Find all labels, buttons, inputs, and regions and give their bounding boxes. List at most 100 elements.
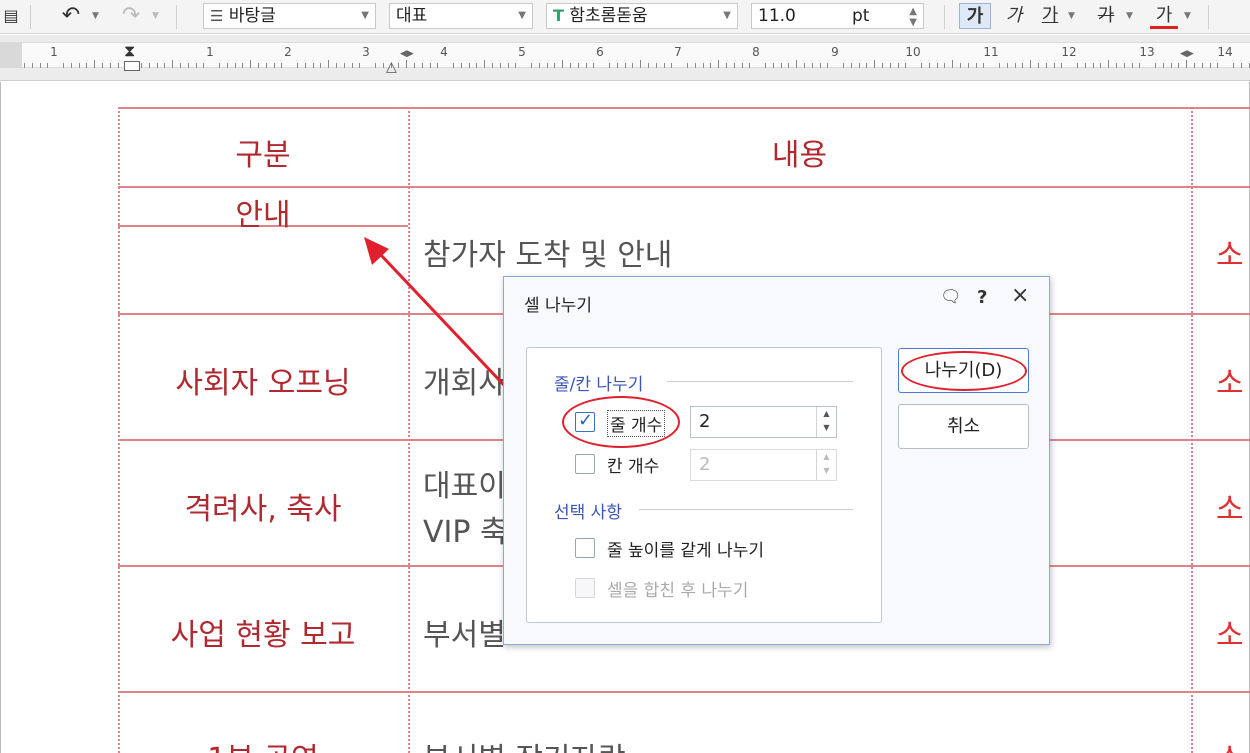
- ruler-tick: [593, 63, 594, 68]
- ruler-tick: [1007, 63, 1008, 68]
- group-label-options: 선택 사항: [554, 503, 622, 523]
- ruler-tick: [235, 63, 236, 68]
- horizontal-ruler[interactable]: 1 1 2 3 4 5 6 7 8 9 10 11 12 13 14 ⧗ △ ◀▶ ◀▶: [0, 35, 1250, 81]
- ruler-tick: [359, 63, 360, 68]
- ruler-tick: [1233, 63, 1234, 68]
- font-size-spinner[interactable]: ▲ ▼: [909, 6, 917, 28]
- ruler-tick: [242, 63, 243, 68]
- header-cell-category[interactable]: 구분: [118, 130, 408, 174]
- ruler-tick: [609, 63, 610, 68]
- language-font-value: 대표: [396, 6, 428, 26]
- ruler-tick: [718, 60, 719, 68]
- help-icon[interactable]: ?: [977, 287, 987, 308]
- equal-height-label[interactable]: 줄 높이를 같게 나누기: [607, 536, 764, 561]
- font-color-button[interactable]: 가: [1150, 3, 1178, 29]
- group-divider: [667, 381, 853, 382]
- right-indent-marker-icon[interactable]: △: [386, 59, 397, 75]
- chevron-down-icon: ▼: [361, 10, 369, 21]
- redo-icon[interactable]: ↷: [116, 3, 146, 29]
- ruler-tick: [765, 63, 766, 68]
- merge-then-split-label[interactable]: 셀을 합친 후 나누기: [607, 576, 748, 601]
- table-cell-content[interactable]: 부서별 장기자랑: [423, 734, 626, 753]
- table-cell-extra[interactable]: 소: [1216, 358, 1244, 402]
- header-cell-content[interactable]: 내용: [408, 130, 1191, 174]
- ruler-tick: [71, 63, 72, 68]
- row-count-spinner[interactable]: ▲ ▼: [816, 407, 836, 437]
- font-color-dropdown-icon[interactable]: ▼: [1184, 3, 1191, 29]
- close-icon[interactable]: ×: [1011, 283, 1029, 308]
- column-count-label[interactable]: 칸 개수: [607, 452, 659, 477]
- cancel-button[interactable]: 취소: [898, 404, 1029, 449]
- column-count-input[interactable]: 2 ▲ ▼: [690, 449, 837, 481]
- table-cell-extra[interactable]: 소: [1216, 734, 1244, 753]
- strikethrough-button[interactable]: 가: [1092, 3, 1120, 29]
- ruler-number: 4: [440, 45, 448, 59]
- comment-icon[interactable]: 🗨: [940, 287, 962, 307]
- undo-dropdown-icon[interactable]: ▼: [92, 3, 99, 29]
- merge-then-split-checkbox[interactable]: [575, 578, 595, 598]
- ruler-tick: [344, 63, 345, 68]
- ruler-tick: [492, 63, 493, 68]
- document-icon[interactable]: ▤: [0, 3, 22, 29]
- table-cell-content[interactable]: 부서별: [423, 610, 506, 654]
- table-cell-content-line1[interactable]: 대표이: [423, 461, 506, 505]
- bold-button[interactable]: 가: [959, 3, 991, 29]
- ruler-tick: [625, 63, 626, 68]
- ruler-tick: [94, 60, 95, 68]
- font-select[interactable]: T 함초롬돋움 ▼: [546, 3, 738, 29]
- table-cell-extra[interactable]: 소: [1216, 484, 1244, 528]
- table-cell-extra[interactable]: 소: [1216, 610, 1244, 654]
- table-cell-category[interactable]: 안내: [118, 190, 408, 234]
- ruler-tick: [219, 63, 220, 68]
- ruler-tick: [671, 63, 672, 68]
- table-cell-category[interactable]: 격려사, 축사: [118, 484, 408, 528]
- table-cell-category[interactable]: 1부 공연: [118, 734, 408, 753]
- ruler-tick: [983, 63, 984, 68]
- left-margin-marker-icon[interactable]: [124, 61, 140, 71]
- font-size-value: 11.0: [758, 6, 796, 26]
- font-size-field[interactable]: 11.0 pt ▲ ▼: [751, 3, 924, 29]
- ruler-tick: [336, 63, 337, 68]
- column-boundary-icon[interactable]: ◀▶: [400, 49, 414, 59]
- table-cell-category[interactable]: 사회자 오프닝: [118, 358, 408, 402]
- table-cell-content[interactable]: 참가자 도착 및 안내: [423, 230, 672, 274]
- ruler-tick: [1194, 63, 1195, 68]
- ruler-tick: [164, 63, 165, 68]
- style-select[interactable]: ☰ 바탕글 ▼: [203, 3, 376, 29]
- toolbar-divider: [1208, 5, 1209, 29]
- ruler-tick: [1046, 63, 1047, 68]
- left-indent-marker-icon[interactable]: ⧗: [124, 41, 135, 61]
- toolbar-divider: [176, 5, 177, 29]
- table-cell-content[interactable]: 개회사: [423, 358, 506, 402]
- column-boundary-icon[interactable]: ◀▶: [1180, 49, 1194, 59]
- ruler-tick: [1085, 63, 1086, 68]
- strikethrough-dropdown-icon[interactable]: ▼: [1126, 3, 1133, 29]
- ruler-tick: [1108, 60, 1109, 68]
- highlight-ellipse-row-count: [562, 396, 680, 448]
- table-cell-content-line2[interactable]: VIP 축: [423, 507, 508, 551]
- ruler-tick: [102, 63, 103, 68]
- undo-icon[interactable]: ↶: [56, 3, 86, 29]
- equal-height-checkbox[interactable]: [575, 538, 595, 558]
- column-count-spinner[interactable]: ▲ ▼: [816, 450, 836, 480]
- toolbar-divider: [30, 5, 31, 29]
- ruler-tick: [1100, 63, 1101, 68]
- ruler-tick: [1015, 63, 1016, 68]
- column-count-checkbox[interactable]: [575, 454, 595, 474]
- italic-button[interactable]: 가: [1000, 3, 1028, 29]
- underline-button[interactable]: 가: [1036, 3, 1064, 29]
- underline-dropdown-icon[interactable]: ▼: [1068, 3, 1075, 29]
- chevron-down-icon: ▼: [723, 10, 731, 21]
- language-font-select[interactable]: 대표 ▼: [389, 3, 533, 29]
- ruler-tick: [843, 63, 844, 68]
- ruler-tick: [890, 63, 891, 68]
- table-cell-category[interactable]: 사업 현황 보고: [118, 610, 408, 654]
- ruler-tick: [554, 63, 555, 68]
- table-cell-extra[interactable]: 소: [1216, 230, 1244, 274]
- redo-dropdown-icon[interactable]: ▼: [152, 3, 159, 29]
- ruler-number: 13: [1139, 45, 1155, 59]
- ruler-tick: [773, 63, 774, 68]
- row-count-input[interactable]: 2 ▲ ▼: [690, 406, 837, 438]
- toolbar-divider: [944, 5, 945, 29]
- ruler-tick: [40, 63, 41, 68]
